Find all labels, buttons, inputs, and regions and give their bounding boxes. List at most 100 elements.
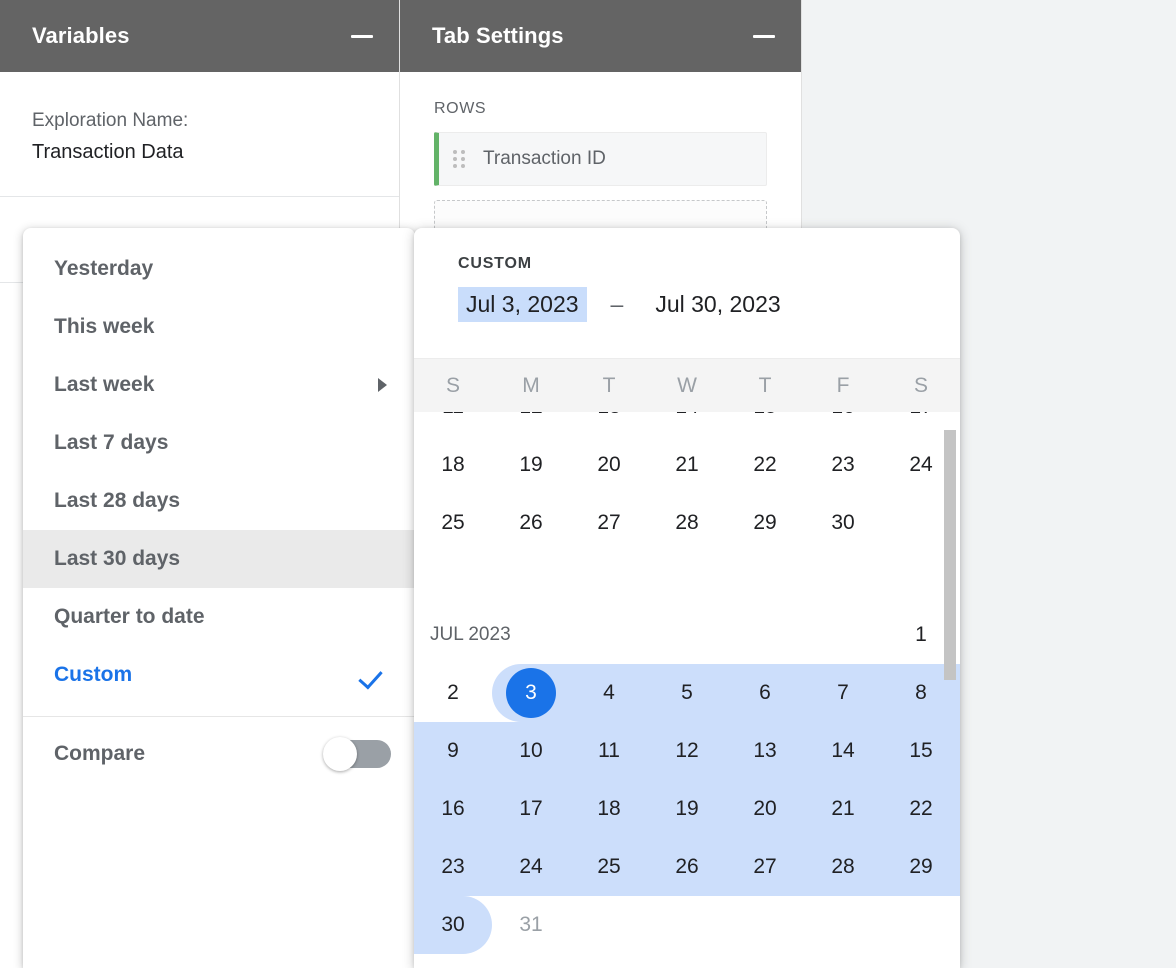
calendar-day-range-end[interactable]: 30 (414, 896, 492, 954)
calendar-day-number: 12 (675, 739, 699, 762)
calendar-day[interactable]: 25 (570, 838, 648, 896)
calendar-day[interactable]: 11 (414, 412, 492, 436)
calendar-day[interactable]: 16 (414, 780, 492, 838)
end-date-input[interactable]: Jul 30, 2023 (647, 287, 788, 322)
calendar-day[interactable]: 2 (414, 664, 492, 722)
calendar-day[interactable]: 13 (726, 722, 804, 780)
calendar-day-number: 2 (447, 681, 459, 704)
weekday-label: F (836, 373, 850, 397)
calendar-day[interactable]: 14 (804, 722, 882, 780)
calendar-day[interactable]: 11 (570, 722, 648, 780)
compare-toggle[interactable] (323, 737, 391, 771)
calendar-day-number: 22 (753, 453, 777, 476)
calendar-day[interactable]: 4 (570, 664, 648, 722)
calendar-day-number: 27 (753, 855, 777, 878)
menu-item-label: Last 28 days (54, 489, 181, 512)
calendar-day-range-start[interactable]: 3 (492, 664, 570, 722)
minimize-icon[interactable] (349, 23, 375, 49)
calendar-day[interactable]: 19 (492, 436, 570, 494)
calendar-day[interactable]: 29 (882, 838, 960, 896)
compare-row[interactable]: Compare (23, 723, 415, 785)
calendar-day[interactable]: 26 (648, 838, 726, 896)
calendar-day-number: 18 (441, 453, 465, 476)
calendar-scroll-area[interactable]: 11 12 13 14 15 16 17 18 19 20 21 22 23 2… (414, 412, 960, 968)
calendar-day[interactable]: 23 (414, 838, 492, 896)
calendar-day[interactable]: 23 (804, 436, 882, 494)
weekday-label: W (677, 373, 697, 397)
menu-item-last-28-days[interactable]: Last 28 days (23, 472, 415, 530)
calendar-day[interactable]: 13 (570, 412, 648, 436)
exploration-name-value[interactable]: Transaction Data (32, 136, 367, 168)
calendar-day[interactable]: 12 (492, 412, 570, 436)
weekday-label: T (602, 373, 616, 397)
calendar-day[interactable]: 24 (492, 838, 570, 896)
calendar-day-number: 18 (597, 797, 621, 820)
calendar-day[interactable]: 28 (648, 494, 726, 552)
calendar-day[interactable]: 26 (492, 494, 570, 552)
calendar-day[interactable]: 18 (570, 780, 648, 838)
calendar-day[interactable]: 16 (804, 412, 882, 436)
minimize-icon[interactable] (751, 23, 777, 49)
date-range-inputs: Jul 3, 2023 – Jul 30, 2023 (458, 287, 960, 322)
calendar-day-number: 26 (519, 511, 543, 534)
calendar-day[interactable]: 10 (492, 722, 570, 780)
calendar-day[interactable]: 15 (882, 722, 960, 780)
calendar-day[interactable]: 7 (804, 664, 882, 722)
calendar-day[interactable]: 6 (726, 664, 804, 722)
calendar-day[interactable]: 22 (882, 780, 960, 838)
menu-item-last-7-days[interactable]: Last 7 days (23, 414, 415, 472)
calendar-day[interactable]: 17 (492, 780, 570, 838)
calendar-day-empty (726, 606, 804, 664)
start-date-input[interactable]: Jul 3, 2023 (458, 287, 587, 322)
calendar-scrollbar[interactable] (944, 430, 956, 680)
menu-item-custom[interactable]: Custom (23, 646, 415, 704)
compare-label: Compare (54, 742, 146, 765)
menu-item-yesterday[interactable]: Yesterday (23, 240, 415, 298)
calendar-day[interactable]: 9 (414, 722, 492, 780)
calendar-day[interactable]: 19 (648, 780, 726, 838)
menu-item-label: Last week (54, 373, 155, 396)
calendar-day-number: 29 (909, 855, 933, 878)
calendar-day-number: 13 (753, 739, 777, 762)
calendar-day-number: 9 (447, 739, 459, 762)
date-picker-header: CUSTOM Jul 3, 2023 – Jul 30, 2023 (414, 228, 960, 358)
date-picker-custom-label: CUSTOM (458, 255, 532, 272)
date-range-separator: – (610, 291, 624, 317)
calendar-day[interactable]: 21 (648, 436, 726, 494)
calendar-day[interactable]: 20 (570, 436, 648, 494)
calendar-day[interactable]: 25 (414, 494, 492, 552)
calendar-day[interactable]: 22 (726, 436, 804, 494)
drag-handle-icon[interactable] (453, 150, 467, 168)
calendar-day-number: 4 (603, 681, 615, 704)
row-chip-transaction-id[interactable]: Transaction ID (434, 132, 767, 186)
calendar-day-number: 25 (441, 511, 465, 534)
calendar-day-number: 17 (519, 797, 543, 820)
calendar-previous-month-grid: 11 12 13 14 15 16 17 18 19 20 21 22 23 2… (414, 412, 960, 552)
calendar-day[interactable]: 21 (804, 780, 882, 838)
menu-item-last-week[interactable]: Last week (23, 356, 415, 414)
calendar-day[interactable]: 30 (804, 494, 882, 552)
calendar-day[interactable]: 27 (726, 838, 804, 896)
calendar-day-number: 31 (519, 913, 543, 936)
calendar-day[interactable]: 12 (648, 722, 726, 780)
menu-item-last-30-days[interactable]: Last 30 days (23, 530, 415, 588)
calendar-day[interactable]: 15 (726, 412, 804, 436)
calendar-day[interactable]: 14 (648, 412, 726, 436)
calendar-day[interactable]: 27 (570, 494, 648, 552)
tab-settings-panel-body: ROWS Transaction ID (400, 72, 801, 252)
calendar-day-number: 23 (831, 453, 855, 476)
calendar-day-number: 15 (753, 412, 776, 419)
calendar-day-number: 27 (597, 511, 621, 534)
menu-item-this-week[interactable]: This week (23, 298, 415, 356)
menu-divider (23, 716, 415, 717)
calendar-day-empty (648, 896, 726, 954)
calendar-day[interactable]: 29 (726, 494, 804, 552)
menu-item-quarter-to-date[interactable]: Quarter to date (23, 588, 415, 646)
calendar-day-empty (804, 606, 882, 664)
calendar-day[interactable]: 18 (414, 436, 492, 494)
calendar-day[interactable]: 5 (648, 664, 726, 722)
weekday-header-row: S M T W T F S (414, 358, 960, 412)
calendar-day[interactable]: 28 (804, 838, 882, 896)
calendar-day-number: 11 (598, 739, 620, 762)
calendar-day[interactable]: 20 (726, 780, 804, 838)
